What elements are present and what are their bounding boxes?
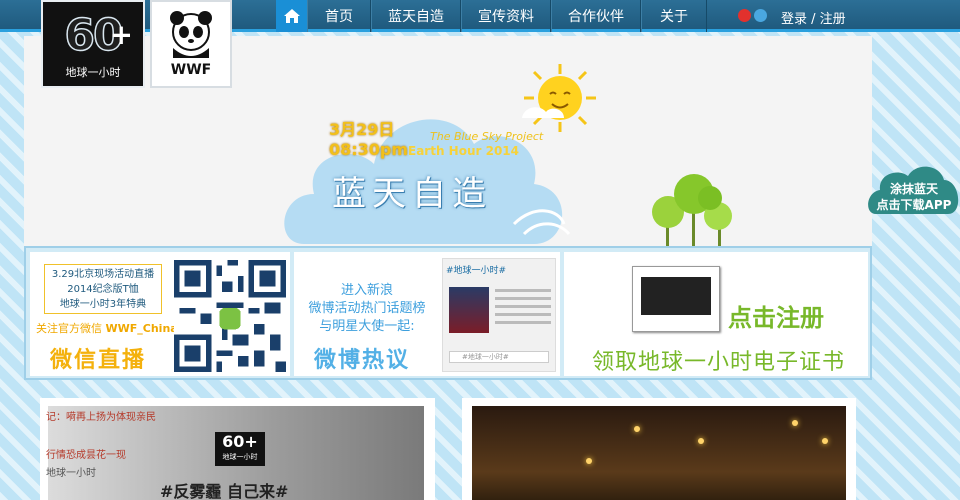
login-register-link[interactable]: 登录 / 注册: [781, 8, 846, 27]
weibo-panel[interactable]: 进入新浪 微博活动热门话题榜 与明星大使一起: 微博热议 #地球一小时# #地球…: [294, 252, 560, 376]
weibo-line-1: 进入新浪: [340, 283, 393, 298]
weibo-icon[interactable]: [738, 9, 751, 22]
follow-prefix: 关注官方微信: [36, 322, 102, 335]
weibo-line-2: 微博活动热门话题榜: [308, 301, 426, 316]
badge-number: 60+: [222, 432, 258, 451]
home-icon[interactable]: [276, 0, 307, 32]
earth-hour-badge: 60+ 地球一小时: [215, 432, 265, 466]
wwf-logo[interactable]: WWF: [150, 0, 232, 88]
wechat-line-1: 3.29北京现场活动直播: [51, 269, 155, 280]
lamp-light: [822, 438, 828, 444]
main-nav: 首页 蓝天自造 宣传资料 合作伙伴 关于: [276, 0, 707, 32]
news-line-1: 记：嗬再上扬为体现亲民: [46, 412, 156, 423]
wwf-wordmark: WWF: [170, 62, 212, 78]
certificate-thumbnail: [632, 266, 720, 332]
social-icons: [738, 9, 767, 22]
qr-code-icon: [174, 260, 286, 372]
register-heading[interactable]: 点击注册: [728, 298, 824, 333]
badge-line2: 点击下载APP: [876, 198, 952, 212]
download-app-badge[interactable]: 涂抹蓝天 点击下载APP: [868, 160, 960, 216]
hero-title: 蓝天自造: [332, 174, 492, 214]
campaign-slogan: #反雾霾 自己来#: [160, 482, 289, 500]
lamp-light: [586, 458, 592, 464]
wechat-line-3: 地球一小时3年特典: [59, 299, 147, 310]
badge-line1: 涂抹蓝天: [889, 182, 938, 196]
trees-illustration: [652, 174, 732, 246]
event-name: Earth Hour 2014: [408, 144, 519, 158]
nav-item-partners[interactable]: 合作伙伴: [551, 0, 641, 32]
weibo-line-3: 与明星大使一起:: [319, 319, 415, 334]
certificate-panel[interactable]: 点击注册 领取地球一小时电子证书: [564, 252, 868, 376]
earth-hour-logo[interactable]: 60 + 地球一小时: [41, 0, 145, 88]
event-date-day: 3月29日: [329, 120, 395, 139]
wechat-panel[interactable]: 3.29北京现场活动直播 2014纪念版T恤 地球一小时3年特典 关注官方微信 …: [30, 252, 290, 376]
weibo-card-text-lines: [495, 289, 551, 329]
event-date-time: 08:30pm: [329, 140, 409, 159]
nav-item-blue-sky[interactable]: 蓝天自造: [371, 0, 461, 32]
night-event-photo: [472, 406, 846, 500]
lamp-light: [634, 426, 640, 432]
promo-strip: 3.29北京现场活动直播 2014纪念版T恤 地球一小时3年特典 关注官方微信 …: [24, 246, 872, 380]
logo-subtitle: 地球一小时: [65, 66, 121, 79]
badge-sub: 地球一小时: [222, 453, 258, 461]
campaign-card-right[interactable]: [462, 398, 856, 500]
follow-wechat-text: 关注官方微信 WWF_China: [36, 320, 178, 336]
weibo-hot-heading: 微博热议: [314, 348, 411, 373]
wechat-live-heading: 微信直播: [50, 348, 147, 373]
wechat-info-box: 3.29北京现场活动直播 2014纪念版T恤 地球一小时3年特典: [44, 264, 162, 314]
campaign-card-left[interactable]: 记：嗬再上扬为体现亲民 行情恐成昙花一现 地球一小时 60+ 地球一小时 #反雾…: [40, 398, 435, 500]
wechat-id: WWF_China: [105, 322, 178, 335]
weibo-card-title: #地球一小时#: [446, 266, 507, 276]
news-line-2: 行情恐成昙花一现: [46, 450, 126, 461]
qq-icon[interactable]: [754, 9, 767, 22]
weibo-preview-card: #地球一小时# #地球一小时#: [442, 258, 556, 372]
event-date: 3月29日 08:30pm: [329, 120, 408, 160]
weibo-card-input: #地球一小时#: [449, 351, 549, 363]
certificate-text: 领取地球一小时电子证书: [592, 350, 846, 375]
sun-icon: [522, 64, 596, 132]
weibo-card-image: [449, 287, 489, 333]
panda-icon: [170, 11, 212, 58]
lamp-light: [698, 438, 704, 444]
wechat-line-2: 2014纪念版T恤: [67, 284, 139, 295]
weibo-intro: 进入新浪 微博活动热门话题榜 与明星大使一起:: [302, 282, 432, 336]
nav-item-about[interactable]: 关于: [641, 0, 707, 32]
nav-item-promo-materials[interactable]: 宣传资料: [461, 0, 551, 32]
nav-item-home[interactable]: 首页: [307, 0, 371, 32]
lamp-light: [792, 420, 798, 426]
news-line-3: 地球一小时: [46, 468, 96, 479]
logo-plus: +: [109, 18, 133, 51]
